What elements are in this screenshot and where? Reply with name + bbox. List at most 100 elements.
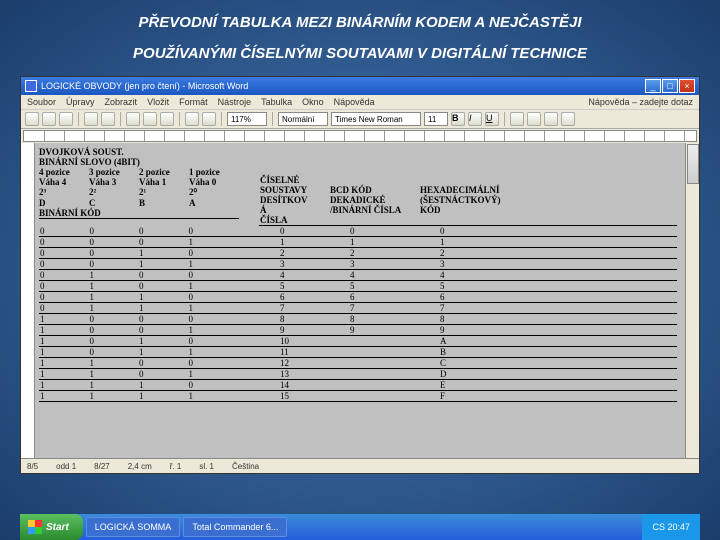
dec-cell: 14 bbox=[279, 380, 349, 390]
bin-bit: 1 bbox=[90, 292, 140, 302]
size-select[interactable]: 11 bbox=[424, 112, 448, 126]
start-label: Start bbox=[46, 522, 69, 533]
bin-bit: 0 bbox=[90, 314, 140, 324]
zoom-select[interactable]: 117% bbox=[227, 112, 267, 126]
bh-A: A bbox=[189, 198, 239, 208]
bin-bit: 1 bbox=[139, 259, 189, 269]
bh-pos2: 2 pozice bbox=[139, 167, 189, 177]
table-row: 111014E bbox=[39, 380, 677, 391]
menu-file[interactable]: Soubor bbox=[27, 97, 56, 107]
bin-bit: 1 bbox=[90, 270, 140, 280]
cut-icon[interactable] bbox=[126, 112, 140, 126]
style-select[interactable]: Normální bbox=[278, 112, 328, 126]
bin-bit: 1 bbox=[189, 325, 239, 335]
system-tray[interactable]: CS 20:47 bbox=[642, 514, 700, 540]
num-systems-header: ČÍSELNÉ SOUSTAVY DESÍTKOV Á ČÍSLA BCD KÓ… bbox=[259, 175, 677, 226]
bh-bk: BINÁRNÍ KÓD bbox=[39, 208, 239, 218]
dec-cell: 4 bbox=[279, 270, 349, 280]
taskbar-item[interactable]: Total Commander 6... bbox=[183, 517, 287, 537]
bin-bit: 1 bbox=[139, 303, 189, 313]
bin-bit: 0 bbox=[90, 325, 140, 335]
bh-v1: Váha 1 bbox=[139, 177, 189, 187]
bin-bit: 0 bbox=[139, 358, 189, 368]
bold-icon[interactable]: B bbox=[451, 112, 465, 126]
minimize-button[interactable]: _ bbox=[645, 79, 661, 93]
vertical-ruler[interactable] bbox=[21, 143, 35, 458]
menu-view[interactable]: Zobrazit bbox=[105, 97, 138, 107]
menu-insert[interactable]: Vložit bbox=[147, 97, 169, 107]
italic-icon[interactable]: I bbox=[468, 112, 482, 126]
tray-clock: CS 20:47 bbox=[652, 522, 690, 532]
bin-bit: 1 bbox=[139, 336, 189, 346]
vertical-scrollbar[interactable] bbox=[685, 143, 699, 458]
redo-icon[interactable] bbox=[202, 112, 216, 126]
bin-bit: 1 bbox=[90, 358, 140, 368]
bin-bit: 1 bbox=[139, 391, 189, 401]
bh-t2: BINÁRNÍ SLOVO (4BIT) bbox=[39, 157, 239, 167]
menu-format[interactable]: Formát bbox=[179, 97, 208, 107]
bcd-cell bbox=[349, 358, 439, 368]
bin-bit: 0 bbox=[139, 237, 189, 247]
bin-bit: 0 bbox=[90, 237, 140, 247]
dec-cell: 6 bbox=[279, 292, 349, 302]
menu-window[interactable]: Okno bbox=[302, 97, 324, 107]
taskbar-item[interactable]: LOGICKÁ SOMMA bbox=[86, 517, 181, 537]
close-button[interactable]: × bbox=[679, 79, 695, 93]
bin-bit: 0 bbox=[189, 336, 239, 346]
table-row: 0100444 bbox=[39, 270, 677, 281]
hex-cell: B bbox=[439, 347, 677, 357]
menu-tools[interactable]: Nástroje bbox=[218, 97, 252, 107]
align-left-icon[interactable] bbox=[510, 112, 524, 126]
title-line2: POUŽÍVANÝMI ČÍSELNÝMI SOUTAVAMI V DIGITÁ… bbox=[40, 31, 680, 62]
horizontal-ruler[interactable] bbox=[23, 130, 697, 142]
slide-title: PŘEVODNÍ TABULKA MEZI BINÁRNÍM KODEM A N… bbox=[0, 0, 720, 68]
new-icon[interactable] bbox=[25, 112, 39, 126]
table-row: 0000000 bbox=[39, 226, 677, 237]
hex-cell: 9 bbox=[439, 325, 677, 335]
bcd-cell: 3 bbox=[349, 259, 439, 269]
open-icon[interactable] bbox=[42, 112, 56, 126]
bin-bit: 1 bbox=[189, 259, 239, 269]
bin-bit: 0 bbox=[139, 281, 189, 291]
hex-cell: 3 bbox=[439, 259, 677, 269]
bin-bit: 0 bbox=[139, 325, 189, 335]
underline-icon[interactable]: U bbox=[485, 112, 499, 126]
word-window: LOGICKÉ OBVODY (jen pro čtení) - Microso… bbox=[20, 76, 700, 474]
bin-bit: 0 bbox=[40, 248, 90, 258]
bin-bit: 0 bbox=[90, 336, 140, 346]
font-select[interactable]: Times New Roman bbox=[331, 112, 421, 126]
print-icon[interactable] bbox=[84, 112, 98, 126]
dec-cell: 1 bbox=[279, 237, 349, 247]
align-right-icon[interactable] bbox=[544, 112, 558, 126]
bin-bit: 0 bbox=[139, 270, 189, 280]
bcd-cell: 9 bbox=[349, 325, 439, 335]
start-button[interactable]: Start bbox=[20, 514, 83, 540]
bcd-cell bbox=[349, 336, 439, 346]
table-row: 0111777 bbox=[39, 303, 677, 314]
justify-icon[interactable] bbox=[561, 112, 575, 126]
bin-bit: 0 bbox=[189, 358, 239, 368]
menu-edit[interactable]: Úpravy bbox=[66, 97, 95, 107]
page-content[interactable]: DVOJKOVÁ SOUST. BINÁRNÍ SLOVO (4BIT) 4 p… bbox=[35, 143, 685, 458]
bcd-cell bbox=[349, 369, 439, 379]
bin-bit: 1 bbox=[40, 347, 90, 357]
help-search[interactable]: Nápověda – zadejte dotaz bbox=[588, 97, 693, 107]
copy-icon[interactable] bbox=[143, 112, 157, 126]
menu-help[interactable]: Nápověda bbox=[334, 97, 375, 107]
maximize-button[interactable]: □ bbox=[662, 79, 678, 93]
scroll-thumb[interactable] bbox=[687, 144, 699, 184]
align-center-icon[interactable] bbox=[527, 112, 541, 126]
preview-icon[interactable] bbox=[101, 112, 115, 126]
bin-bit: 0 bbox=[90, 347, 140, 357]
save-icon[interactable] bbox=[59, 112, 73, 126]
bin-bit: 1 bbox=[40, 325, 90, 335]
hex-cell: A bbox=[439, 336, 677, 346]
paste-icon[interactable] bbox=[160, 112, 174, 126]
undo-icon[interactable] bbox=[185, 112, 199, 126]
bin-bit: 1 bbox=[189, 281, 239, 291]
bcd-cell: 0 bbox=[349, 226, 439, 236]
bh-e2: 2² bbox=[89, 187, 139, 198]
menu-table[interactable]: Tabulka bbox=[261, 97, 292, 107]
bin-bit: 1 bbox=[90, 369, 140, 379]
nh-hex3: KÓD bbox=[420, 205, 676, 215]
